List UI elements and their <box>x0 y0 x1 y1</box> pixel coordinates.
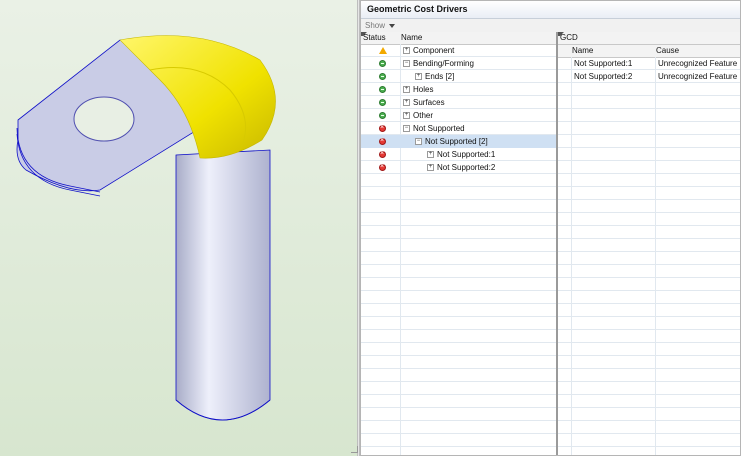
tree-row-label: Component <box>413 46 455 55</box>
tree-row-label: Bending/Forming <box>413 59 474 68</box>
gcd-title: GCD <box>560 33 578 42</box>
cad-viewport[interactable] <box>0 0 357 456</box>
tree-row[interactable]: + Component <box>361 44 556 57</box>
gcd-title-header: GCD <box>558 32 740 45</box>
gcd-cause-column-header[interactable]: Cause <box>654 45 679 57</box>
status-error-icon <box>379 135 386 147</box>
status-ok-icon <box>379 86 386 93</box>
tree-rows: + Component − Bending/Forming + Ends [2] + Hole… <box>361 44 556 455</box>
status-error-icon <box>379 148 386 160</box>
tree-row[interactable]: −Not Supported <box>361 122 556 135</box>
status-ok-icon <box>379 99 386 106</box>
expand-icon[interactable]: + <box>403 47 410 54</box>
tree-row-label: Surfaces <box>413 98 445 107</box>
tree-row-label: Not Supported [2] <box>425 137 488 146</box>
part-model <box>16 35 276 421</box>
expand-icon[interactable]: + <box>415 73 422 80</box>
tree-row-label: Ends [2] <box>425 72 455 81</box>
gcd-name-column-header[interactable]: Name <box>570 45 593 57</box>
tree-row[interactable]: + Ends [2] <box>361 70 556 83</box>
gcd-row-name: Not Supported:1 <box>574 59 633 68</box>
tree-row[interactable]: − Bending/Forming <box>361 57 556 70</box>
panel-title: Geometric Cost Drivers <box>361 1 740 19</box>
expand-icon[interactable]: + <box>403 99 410 106</box>
gcd-rows: Not Supported:1 Unrecognized Feature Not S… <box>558 57 740 455</box>
gcd-row-cause: Unrecognized Feature <box>658 59 738 68</box>
status-ok-icon <box>379 112 386 119</box>
status-ok-icon <box>379 73 386 80</box>
tree-row[interactable]: −Not Supported [2] <box>361 135 556 148</box>
name-column-header[interactable]: Name <box>399 32 422 44</box>
status-column-header[interactable]: Status <box>361 32 386 44</box>
expand-icon[interactable]: + <box>403 112 410 119</box>
tree-row[interactable]: + Surfaces <box>361 96 556 109</box>
tree-row[interactable]: +Not Supported:2 <box>361 161 556 174</box>
tree-row-label: Holes <box>413 85 434 94</box>
expand-icon[interactable]: + <box>427 151 434 158</box>
tree-row-label: Not Supported:1 <box>437 150 496 159</box>
chevron-down-icon <box>389 23 396 28</box>
gcd-row-cause: Unrecognized Feature <box>658 72 738 81</box>
expand-icon[interactable]: + <box>427 164 434 171</box>
resize-grip-icon[interactable] <box>351 446 358 453</box>
show-dropdown[interactable]: Show <box>361 19 740 33</box>
collapse-icon[interactable]: − <box>415 138 422 145</box>
geometric-cost-drivers-panel: Geometric Cost Drivers Show Status Name … <box>351 0 741 456</box>
status-warning-icon <box>379 47 387 54</box>
expand-icon[interactable]: + <box>403 86 410 93</box>
status-error-icon <box>379 161 386 173</box>
collapse-icon[interactable]: − <box>403 125 410 132</box>
tree-row-label: Not Supported <box>413 124 465 133</box>
status-ok-icon <box>379 60 386 67</box>
tree-row[interactable]: + Holes <box>361 83 556 96</box>
gcd-row-name: Not Supported:2 <box>574 72 633 81</box>
gcd-row[interactable]: Not Supported:1 Unrecognized Feature <box>558 57 740 70</box>
tree-row[interactable]: + Other <box>361 109 556 122</box>
gcd-table: GCD Name Cause Not Supported:1 Unrecogniz… <box>558 32 740 455</box>
tree-row-label: Other <box>413 111 434 120</box>
show-label: Show <box>365 21 386 30</box>
tree-row-label: Not Supported:2 <box>437 163 496 172</box>
collapse-icon[interactable]: − <box>403 60 410 67</box>
status-error-icon <box>379 122 386 134</box>
gcd-row[interactable]: Not Supported:2 Unrecognized Feature <box>558 70 740 83</box>
cost-driver-tree: Status Name + Component − Bending/Forming + E… <box>361 32 558 455</box>
tree-row[interactable]: +Not Supported:1 <box>361 148 556 161</box>
